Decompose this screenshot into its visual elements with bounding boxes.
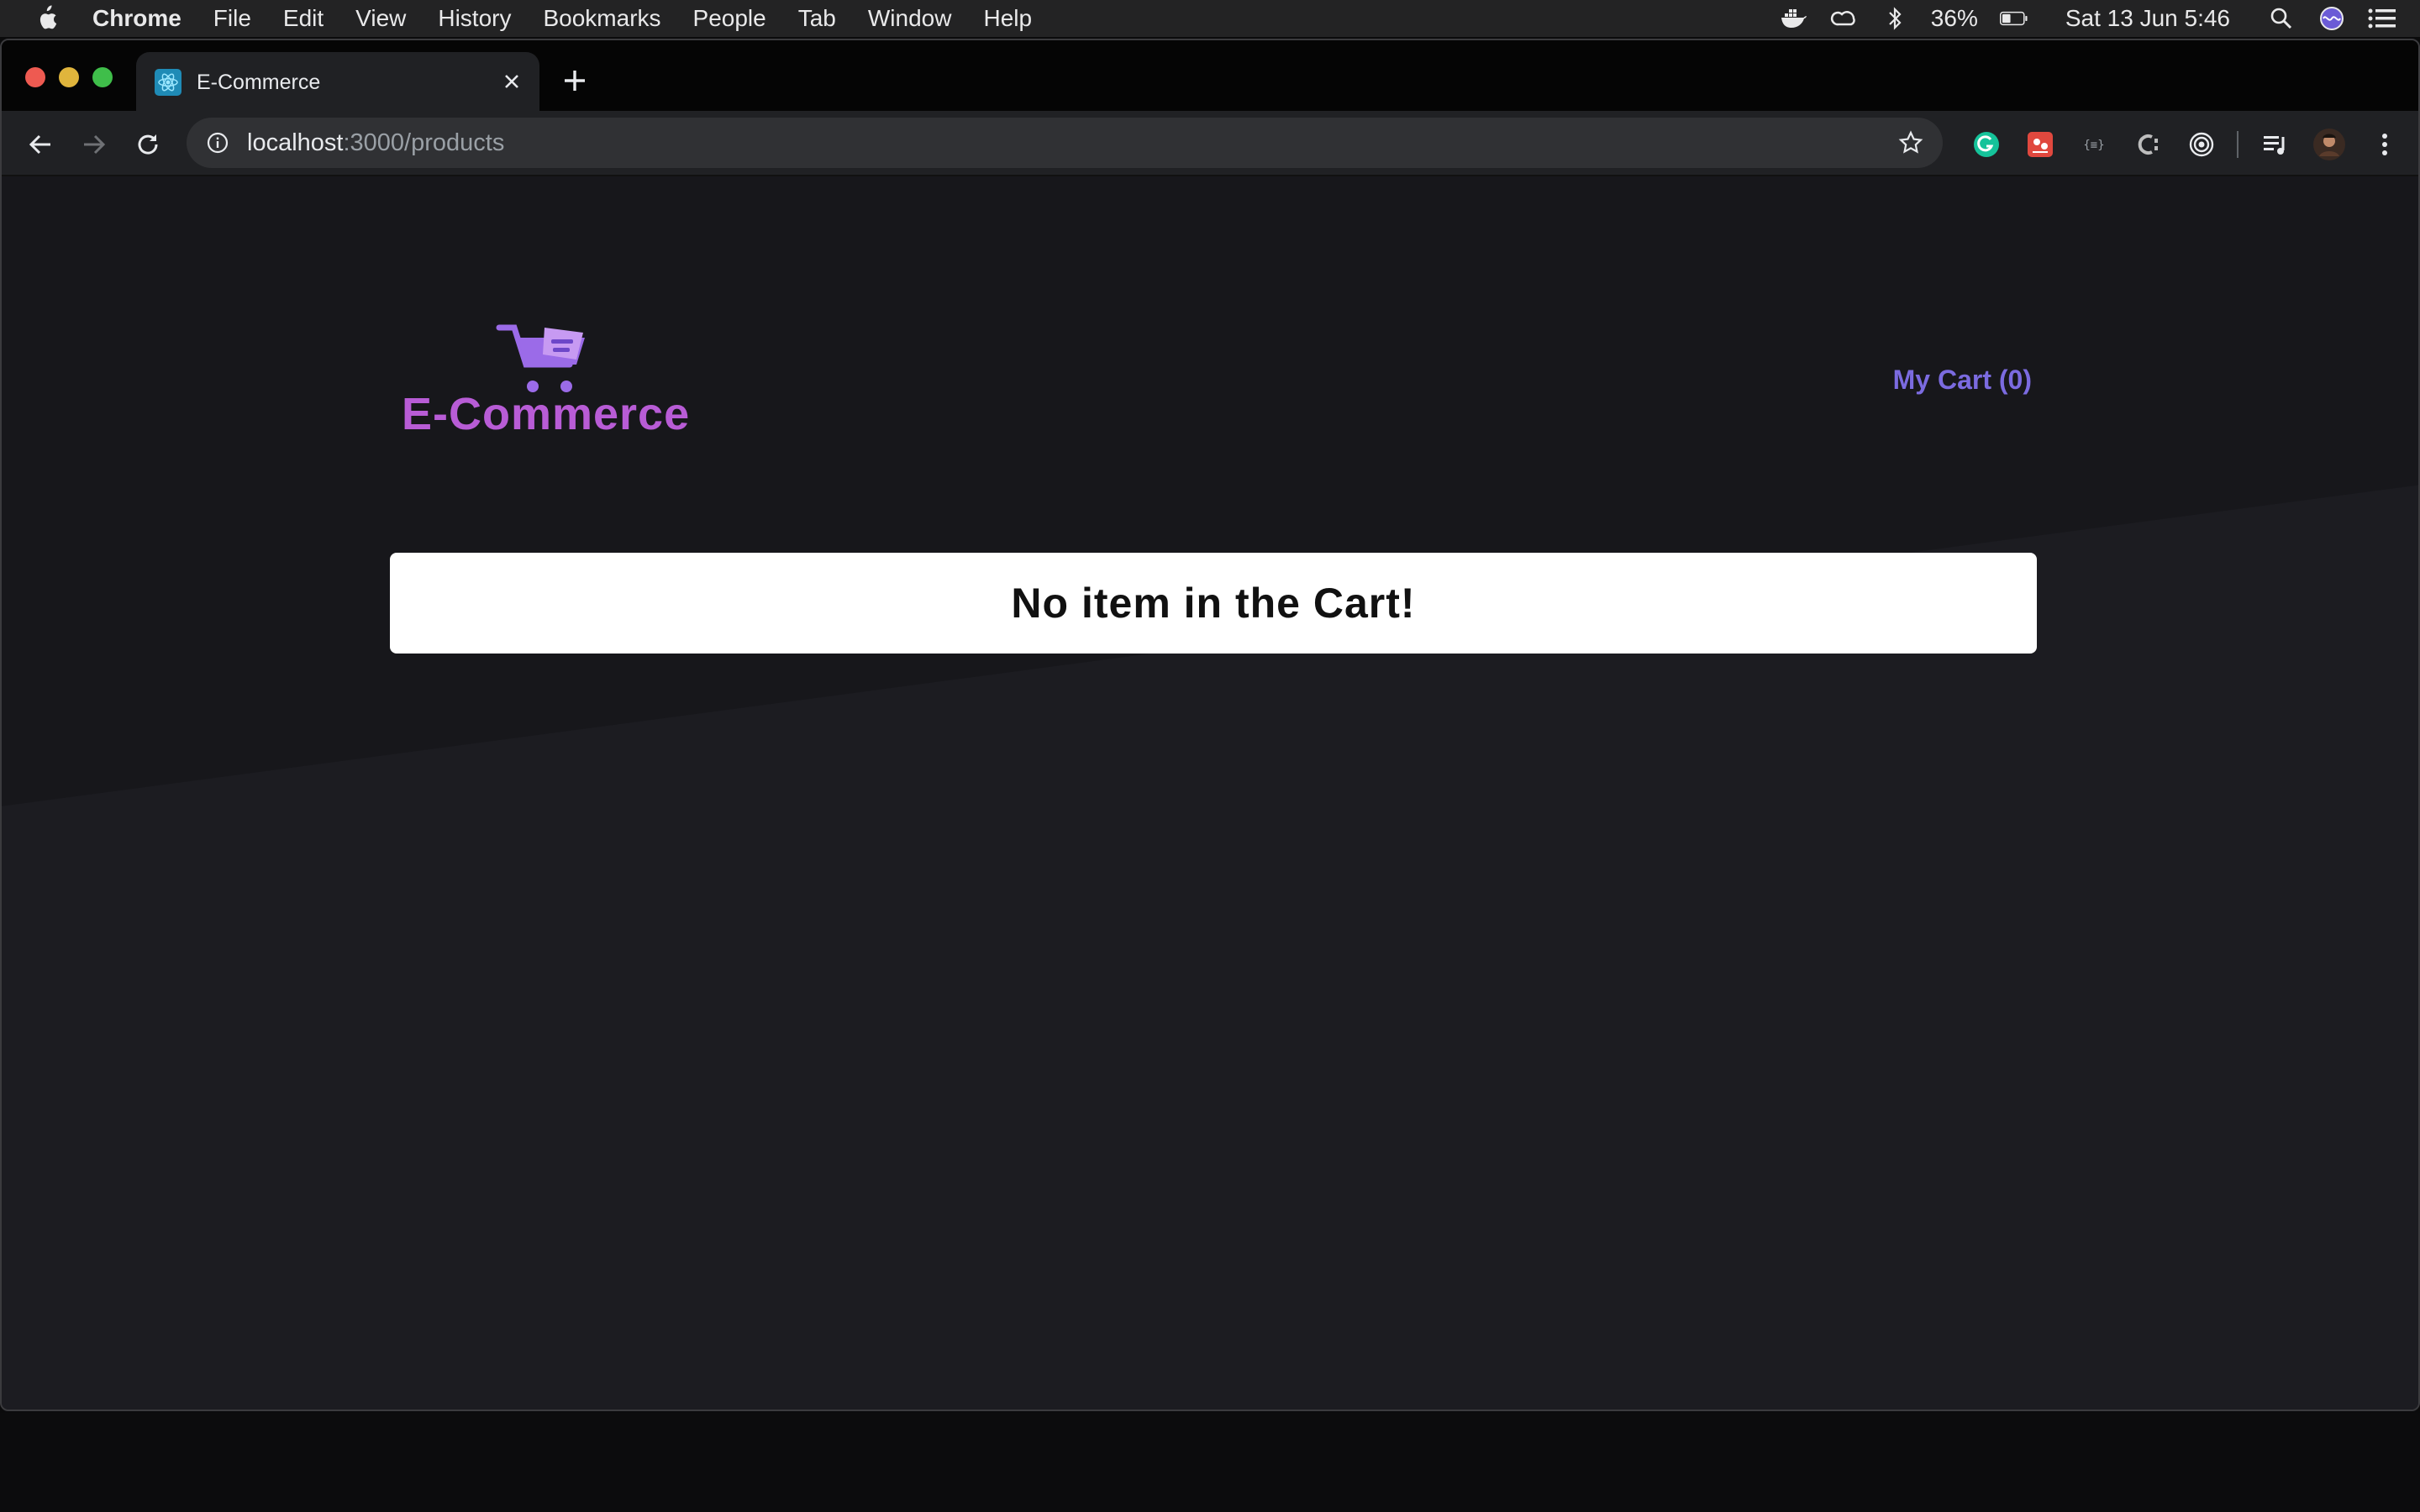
bookmark-star-icon[interactable] bbox=[1897, 129, 1924, 156]
grammarly-extension-icon[interactable] bbox=[1970, 128, 2003, 161]
url-host: localhost bbox=[247, 129, 344, 156]
forward-button[interactable] bbox=[77, 128, 111, 161]
media-controls-icon[interactable] bbox=[2259, 128, 2292, 161]
toolbar-divider bbox=[2237, 131, 2238, 158]
menu-window[interactable]: Window bbox=[868, 5, 952, 32]
empty-cart-panel: No item in the Cart! bbox=[390, 553, 2037, 654]
window-controls bbox=[25, 67, 113, 87]
menu-edit[interactable]: Edit bbox=[283, 5, 324, 32]
bluetooth-icon[interactable] bbox=[1881, 6, 1909, 31]
logo-wordmark: E-Commerce bbox=[402, 389, 691, 439]
close-window-button[interactable] bbox=[25, 67, 45, 87]
tab-strip: E-Commerce bbox=[2, 40, 2418, 113]
address-bar[interactable]: localhost:3000/products bbox=[187, 118, 1943, 168]
profile-avatar[interactable] bbox=[2312, 128, 2346, 161]
notification-center-icon[interactable] bbox=[2368, 6, 2396, 31]
chrome-menu-icon[interactable] bbox=[2368, 128, 2402, 161]
menu-app-name[interactable]: Chrome bbox=[92, 5, 182, 32]
battery-percent: 36% bbox=[1930, 5, 1978, 31]
minimize-window-button[interactable] bbox=[59, 67, 79, 87]
zoom-window-button[interactable] bbox=[92, 67, 113, 87]
extension-c-icon[interactable] bbox=[2131, 128, 2165, 161]
menu-history[interactable]: History bbox=[438, 5, 511, 32]
close-tab-icon[interactable] bbox=[501, 71, 523, 92]
tab-title: E-Commerce bbox=[197, 70, 321, 94]
menu-view[interactable]: View bbox=[355, 5, 406, 32]
url-path: :3000/products bbox=[343, 129, 505, 156]
svg-text:{≡}: {≡} bbox=[2083, 139, 2104, 152]
empty-cart-message: No item in the Cart! bbox=[1011, 580, 1416, 627]
menu-bookmarks[interactable]: Bookmarks bbox=[543, 5, 660, 32]
spotlight-search-icon[interactable] bbox=[2267, 6, 2296, 31]
menu-tab[interactable]: Tab bbox=[798, 5, 836, 32]
reload-button[interactable] bbox=[131, 128, 165, 161]
react-favicon-icon bbox=[155, 69, 182, 96]
battery-icon[interactable] bbox=[1999, 6, 2028, 31]
browser-window: E-Commerce localhost:3000/products {≡} … bbox=[0, 39, 2420, 1411]
back-button[interactable] bbox=[24, 128, 57, 161]
menu-bar: Chrome File Edit View History Bookmarks … bbox=[0, 0, 2420, 37]
my-cart-link[interactable]: My Cart (0) bbox=[1893, 365, 2032, 396]
new-tab-button[interactable] bbox=[560, 66, 590, 96]
background-shape bbox=[2, 176, 2418, 806]
clock[interactable]: Sat 13 Jun 5:46 bbox=[2065, 5, 2230, 32]
apple-menu-icon[interactable] bbox=[34, 4, 59, 33]
extension-red-icon[interactable] bbox=[2023, 128, 2057, 161]
browser-toolbar: localhost:3000/products {≡} bbox=[2, 111, 2418, 176]
creative-cloud-icon[interactable] bbox=[1830, 6, 1859, 31]
tab-e-commerce[interactable]: E-Commerce bbox=[136, 52, 539, 113]
desktop-background bbox=[0, 1413, 2420, 1512]
menu-people[interactable]: People bbox=[693, 5, 766, 32]
extension-target-icon[interactable] bbox=[2185, 128, 2218, 161]
site-logo[interactable]: E-Commerce bbox=[402, 319, 714, 439]
page-viewport: E-Commerce My Cart (0) No item in the Ca… bbox=[2, 176, 2418, 1410]
docker-icon[interactable] bbox=[1780, 6, 1808, 31]
menu-file[interactable]: File bbox=[213, 5, 251, 32]
siri-icon[interactable] bbox=[2317, 6, 2346, 31]
site-info-icon[interactable] bbox=[205, 130, 230, 155]
menu-help[interactable]: Help bbox=[983, 5, 1032, 32]
json-viewer-extension-icon[interactable]: {≡} bbox=[2077, 128, 2111, 161]
